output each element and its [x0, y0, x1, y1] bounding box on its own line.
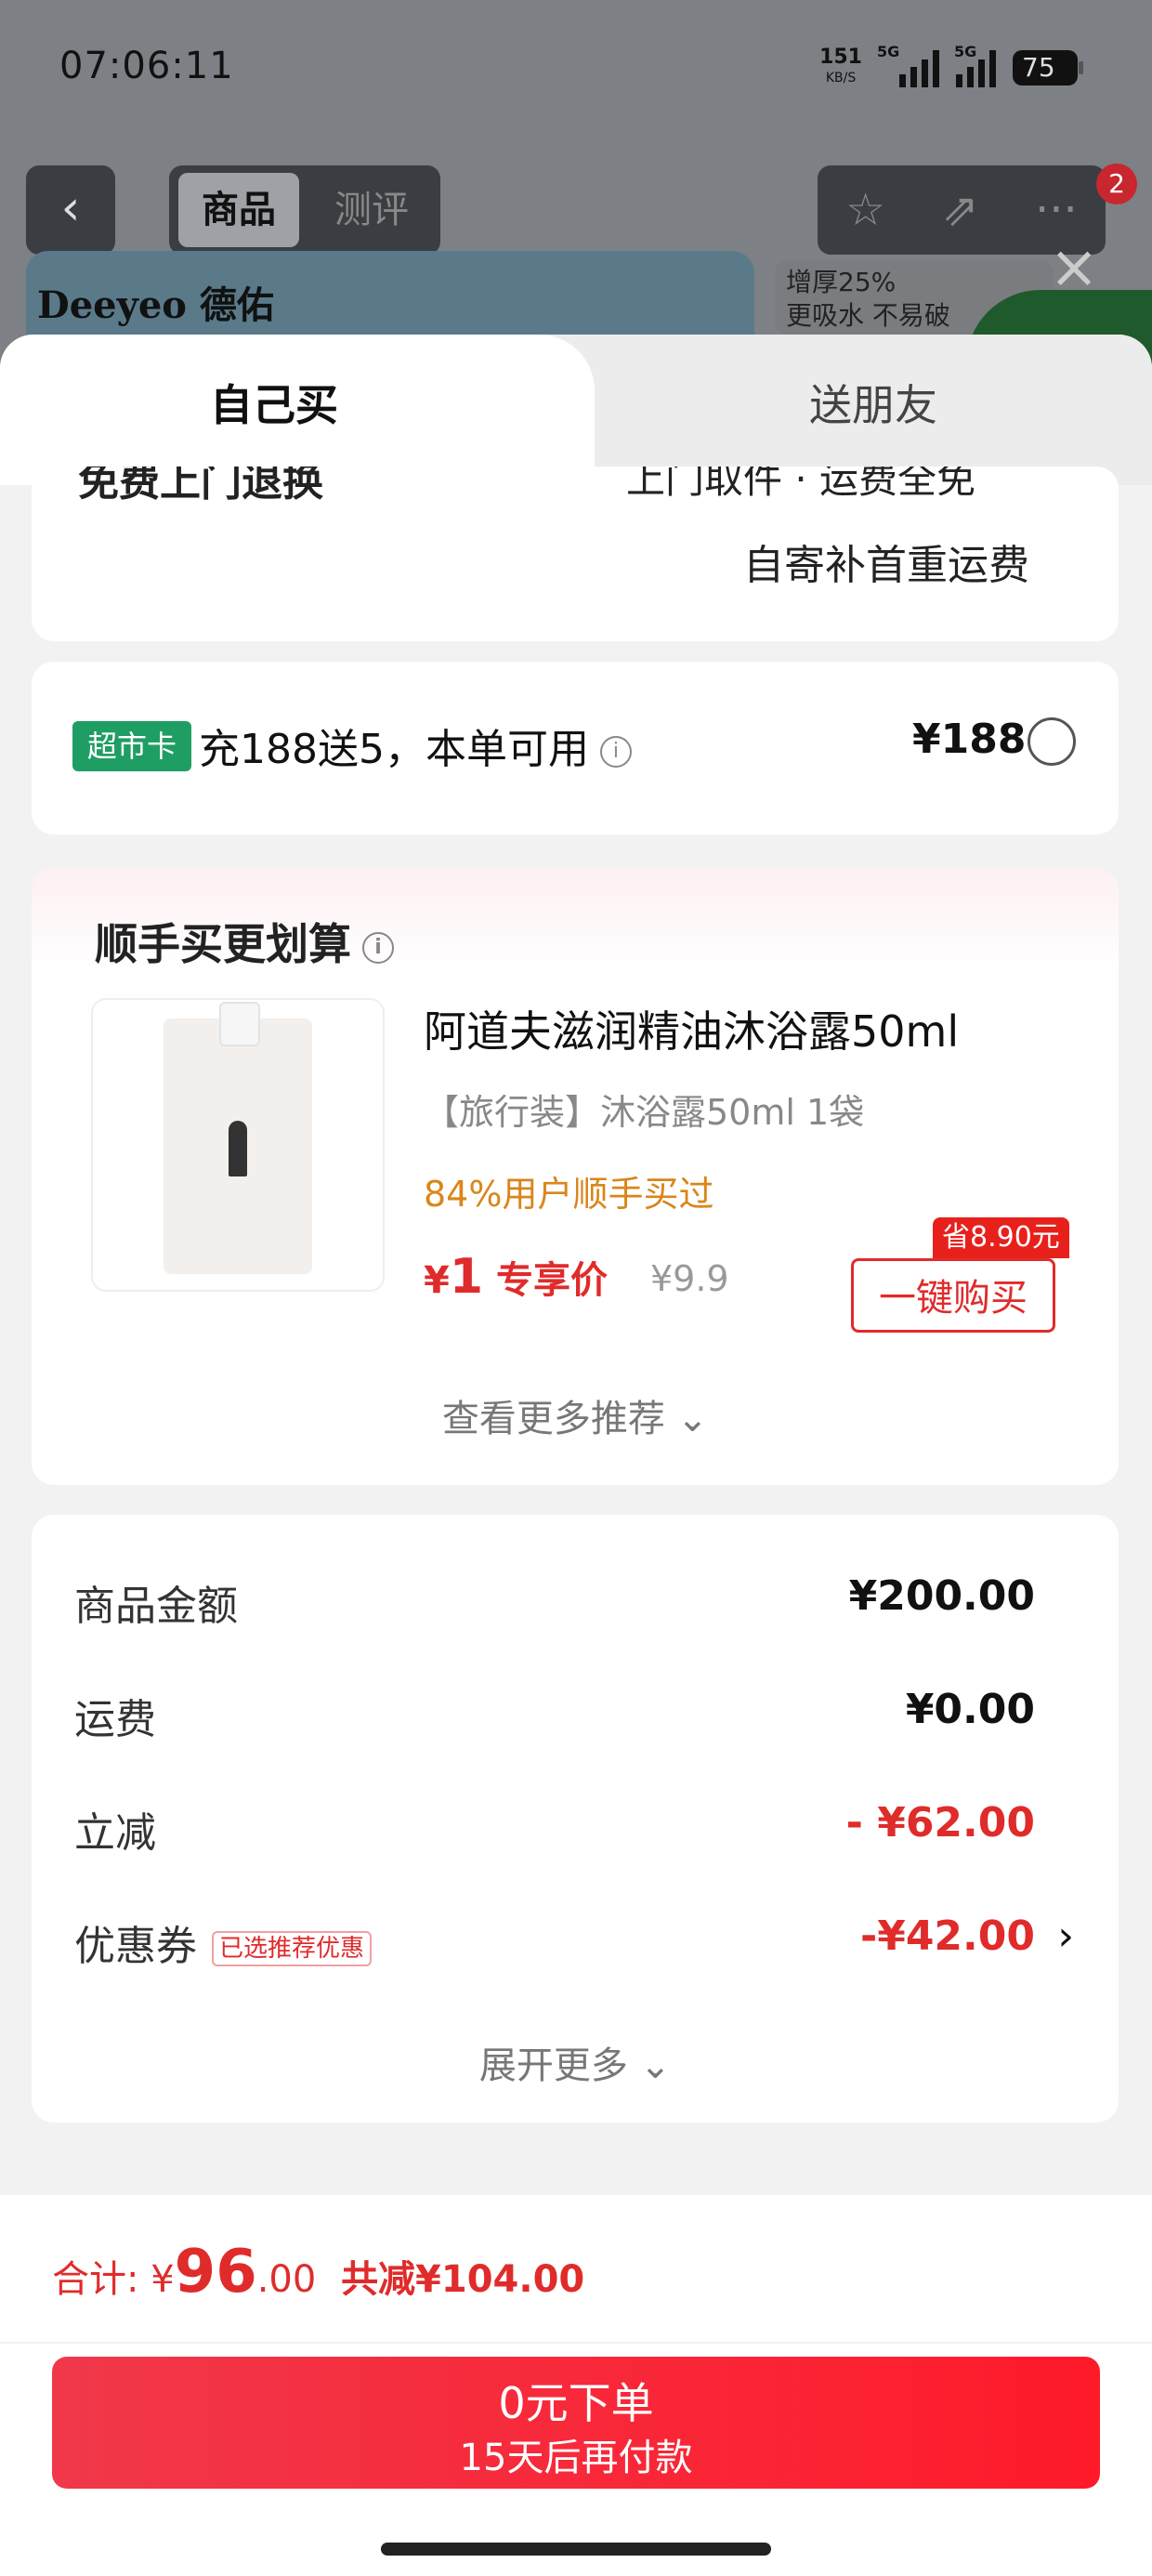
- back-button[interactable]: ‹: [26, 165, 115, 255]
- status-time: 07:06:11: [59, 45, 234, 87]
- signal-icon: 5G: [877, 43, 939, 87]
- shipping-detail: 上门取件 · 运费全免: [626, 467, 976, 502]
- addon-product-spec: 【旅行装】沐浴露50ml 1袋: [424, 1092, 865, 1133]
- addon-price: ¥1 专享价: [424, 1249, 608, 1305]
- shipping-title: 免费上门退换: [78, 467, 323, 506]
- total-decimal: .00: [256, 2258, 317, 2301]
- currency-symbol: ¥: [151, 2258, 175, 2301]
- addon-price-label: 专享价: [495, 1259, 608, 1302]
- more-icon[interactable]: ···: [1035, 184, 1078, 236]
- member-card-label: 充188送5，本单可用: [199, 726, 589, 773]
- more-recommendations-link[interactable]: 查看更多推荐 ⌄: [32, 1388, 1119, 1442]
- member-card-price: ¥188: [912, 716, 1027, 763]
- close-icon[interactable]: ×: [1044, 238, 1104, 297]
- tab-review[interactable]: 测评: [316, 173, 427, 247]
- shipping-note: 自寄补首重运费: [743, 542, 1029, 589]
- addon-buyers-rate: 84%用户顺手买过: [424, 1174, 714, 1215]
- total-label: 合计:: [52, 2258, 139, 2301]
- shipping-card: 免费上门退换 上门取件 · 运费全免 自寄补首重运费: [32, 467, 1119, 641]
- pouch-nozzle: [219, 1002, 260, 1046]
- member-card-radio[interactable]: [1028, 717, 1076, 766]
- summary-value: ¥0.00: [905, 1686, 1035, 1733]
- signal-label: 5G: [954, 43, 977, 60]
- save-tag: 省8.90元: [933, 1217, 1069, 1258]
- summary-label: 商品金额: [74, 1583, 238, 1630]
- summary-row-subtotal: 商品金额 ¥200.00: [74, 1572, 1068, 1630]
- divider: [0, 2342, 1152, 2344]
- expand-more-link[interactable]: 展开更多 ⌄: [32, 2035, 1119, 2089]
- member-card-chip: 超市卡: [72, 721, 192, 771]
- tab-product[interactable]: 商品: [178, 173, 299, 247]
- signal-icon: 5G: [954, 43, 996, 87]
- coupon-label-group: 优惠券 已选推荐优惠: [74, 1912, 373, 1972]
- addon-card: 顺手买更划算 i 阿道夫滋润精油沐浴露50ml 【旅行装】沐浴露50ml 1袋 8…: [32, 868, 1119, 1485]
- total-line: 合计: ¥96.00 共减¥104.00: [52, 2238, 584, 2307]
- summary-row-shipping: 运费 ¥0.00: [74, 1686, 1068, 1743]
- summary-row-discount: 立减 - ¥62.00: [74, 1799, 1068, 1857]
- total-reduction: 共减¥104.00: [341, 2258, 585, 2301]
- coupon-tag: 已选推荐优惠: [212, 1931, 373, 1966]
- addon-product-name[interactable]: 阿道夫滋润精油沐浴露50ml: [424, 998, 959, 1059]
- addon-price-value: 1: [449, 1249, 484, 1305]
- pouch-image: [164, 1019, 312, 1274]
- home-indicator[interactable]: [381, 2543, 771, 2556]
- addon-original-price: ¥9.9: [650, 1258, 729, 1299]
- network-speed-unit: KB/S: [825, 71, 857, 85]
- share-icon[interactable]: ⇗: [942, 184, 979, 236]
- network-speed-value: 151: [819, 46, 862, 69]
- one-click-buy-button[interactable]: 一键购买: [851, 1258, 1055, 1333]
- addon-title-text: 顺手买更划算: [95, 919, 351, 969]
- currency-symbol: ¥: [424, 1259, 450, 1302]
- summary-value: - ¥62.00: [845, 1799, 1035, 1847]
- network-speed: 151 KB/S: [819, 47, 862, 88]
- star-icon[interactable]: ☆: [845, 184, 885, 236]
- summary-row-coupon[interactable]: 优惠券 已选推荐优惠 -¥42.00 ›: [74, 1912, 1074, 1970]
- summary-value: ¥200.00: [848, 1572, 1035, 1620]
- tab-friend[interactable]: 送朋友: [595, 372, 1152, 433]
- promo-text: 增厚25% 更吸水 不易破: [786, 266, 950, 333]
- total-integer: 96: [174, 2238, 257, 2307]
- signal-label: 5G: [877, 43, 900, 60]
- place-order-button[interactable]: 0元下单 15天后再付款: [52, 2357, 1100, 2489]
- member-card-text: 充188送5，本单可用 i: [199, 716, 632, 775]
- summary-label: 运费: [74, 1696, 156, 1743]
- summary-value: -¥42.00: [859, 1912, 1035, 1960]
- status-indicators: 151 KB/S 5G 5G 75: [819, 43, 1083, 91]
- brand-logo: Deeyeo 德佑: [37, 283, 274, 327]
- addon-title: 顺手买更划算 i: [95, 911, 394, 972]
- summary-label: 立减: [74, 1809, 156, 1857]
- notification-badge: 2: [1096, 164, 1137, 204]
- checkout-bar: 合计: ¥96.00 共减¥104.00 0元下单 15天后再付款: [0, 2195, 1152, 2576]
- addon-product-image[interactable]: [91, 998, 385, 1292]
- order-button-sub: 15天后再付款: [459, 2437, 693, 2479]
- status-bar: 07:06:11 151 KB/S 5G 5G 75: [0, 0, 1152, 139]
- order-button-main: 0元下单: [498, 2378, 654, 2428]
- promo-line: 增厚25%: [786, 267, 897, 297]
- battery-icon: 75: [1013, 50, 1083, 85]
- promo-line: 更吸水 不易破: [786, 300, 950, 331]
- pouch-figure: [229, 1121, 247, 1176]
- chevron-right-icon[interactable]: ›: [1057, 1912, 1074, 1960]
- info-icon[interactable]: i: [362, 931, 394, 964]
- summary-label: 优惠券: [74, 1923, 197, 1970]
- price-summary-card: 商品金额 ¥200.00 运费 ¥0.00 立减 - ¥62.00 优惠券 已选推…: [32, 1515, 1119, 2123]
- member-card-offer[interactable]: 超市卡 充188送5，本单可用 i ¥188: [32, 662, 1119, 835]
- tab-self-label[interactable]: 自己买: [0, 372, 548, 433]
- info-icon[interactable]: i: [599, 736, 632, 768]
